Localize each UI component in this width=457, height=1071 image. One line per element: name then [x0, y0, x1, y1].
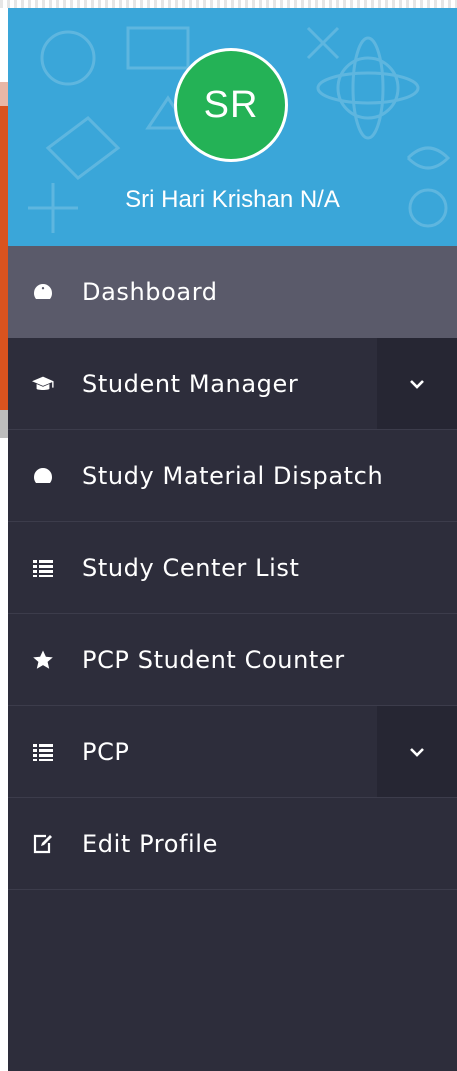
chevron-down-icon: [410, 379, 424, 389]
background-top-border: [0, 0, 457, 8]
profile-header: SR Sri Hari Krishan N/A: [8, 8, 457, 246]
sidebar-item-student-manager[interactable]: Student Manager: [8, 338, 457, 430]
student-manager-expand-toggle[interactable]: [377, 338, 457, 429]
sidebar-item-study-material-dispatch[interactable]: Study Material Dispatch: [8, 430, 457, 522]
sidebar: SR Sri Hari Krishan N/A Dashboard Studen…: [8, 8, 457, 1071]
sidebar-item-pcp[interactable]: PCP: [8, 706, 457, 798]
sidebar-item-label: PCP: [82, 737, 130, 766]
sidebar-menu: Dashboard Student Manager Study Material…: [8, 246, 457, 890]
sidebar-item-dashboard[interactable]: Dashboard: [8, 246, 457, 338]
sidebar-item-label: Edit Profile: [82, 829, 218, 858]
sidebar-item-label: Dashboard: [82, 277, 218, 306]
list-icon: [32, 557, 54, 579]
sidebar-item-study-center-list[interactable]: Study Center List: [8, 522, 457, 614]
sidebar-item-pcp-student-counter[interactable]: PCP Student Counter: [8, 614, 457, 706]
sidebar-item-label: Study Material Dispatch: [82, 461, 384, 490]
avatar[interactable]: SR: [174, 48, 288, 162]
dashboard-icon: [32, 465, 54, 487]
sidebar-item-edit-profile[interactable]: Edit Profile: [8, 798, 457, 890]
avatar-initials: SR: [203, 83, 259, 126]
chevron-down-icon: [410, 747, 424, 757]
profile-name: Sri Hari Krishan N/A: [125, 186, 340, 213]
sidebar-item-label: Student Manager: [82, 369, 299, 398]
graduation-cap-icon: [32, 373, 54, 395]
list-icon: [32, 741, 54, 763]
pcp-expand-toggle[interactable]: [377, 706, 457, 797]
star-icon: [32, 649, 54, 671]
sidebar-item-label: Study Center List: [82, 553, 300, 582]
sidebar-item-label: PCP Student Counter: [82, 645, 345, 674]
dashboard-icon: [32, 281, 54, 303]
edit-icon: [32, 833, 54, 855]
